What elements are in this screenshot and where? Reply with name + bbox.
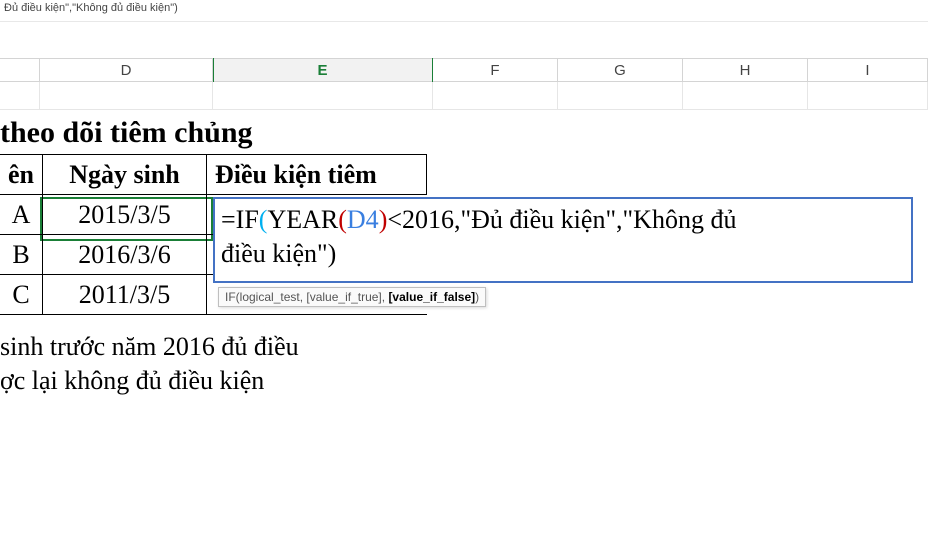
col-header-E[interactable]: E <box>213 59 433 81</box>
col-header-D[interactable]: D <box>40 59 213 81</box>
cell-ten[interactable]: C <box>0 275 43 315</box>
tooltip-close: ) <box>475 290 479 304</box>
cell[interactable] <box>213 82 433 109</box>
tooltip-arg2: , [value_if_true], <box>300 290 389 304</box>
cell-ten[interactable]: B <box>0 235 43 275</box>
cell-editor-E4[interactable]: =IF(YEAR(D4)<2016,"Đủ điều kiện","Không … <box>213 197 913 283</box>
table-header-row: ên Ngày sinh Điều kiện tiêm <box>0 155 427 195</box>
col-header-I[interactable]: I <box>808 59 928 81</box>
formula-bar[interactable]: Đủ điều kiện","Không đủ điều kiện") <box>0 0 928 22</box>
col-header-F[interactable]: F <box>433 59 558 81</box>
note-text: sinh trước năm 2016 đủ điều ợc lại không… <box>0 330 299 398</box>
formula-bar-text: Đủ điều kiện","Không đủ điều kiện") <box>4 2 178 14</box>
col-header-G[interactable]: G <box>558 59 683 81</box>
cell[interactable] <box>558 82 683 109</box>
note-line2: ợc lại không đủ điều kiện <box>0 364 299 398</box>
cell[interactable] <box>683 82 808 109</box>
formula-text: =IF(YEAR(D4)<2016,"Đủ điều kiện","Không … <box>221 205 736 268</box>
column-headers: D E F G H I <box>0 58 928 82</box>
cell-date[interactable]: 2011/3/5 <box>43 275 207 315</box>
cell[interactable] <box>0 82 40 109</box>
col-header-pre[interactable] <box>0 59 40 81</box>
header-dieu-kien[interactable]: Điều kiện tiêm <box>207 155 427 195</box>
cell[interactable] <box>433 82 558 109</box>
tooltip-arg1[interactable]: logical_test <box>240 290 300 304</box>
cell[interactable] <box>40 82 213 109</box>
cell-date[interactable]: 2015/3/5 <box>43 195 207 235</box>
tooltip-arg3[interactable]: [value_if_false] <box>388 290 475 304</box>
function-tooltip[interactable]: IF(logical_test, [value_if_true], [value… <box>218 287 486 307</box>
note-line1: sinh trước năm 2016 đủ điều <box>0 330 299 364</box>
cell-ten[interactable]: A <box>0 195 43 235</box>
cell[interactable] <box>808 82 928 109</box>
col-header-H[interactable]: H <box>683 59 808 81</box>
header-ten[interactable]: ên <box>0 155 43 195</box>
table-title: theo dõi tiêm chủng <box>0 110 433 154</box>
header-ngay-sinh[interactable]: Ngày sinh <box>43 155 207 195</box>
cell-date[interactable]: 2016/3/6 <box>43 235 207 275</box>
tooltip-fn: IF( <box>225 290 240 304</box>
